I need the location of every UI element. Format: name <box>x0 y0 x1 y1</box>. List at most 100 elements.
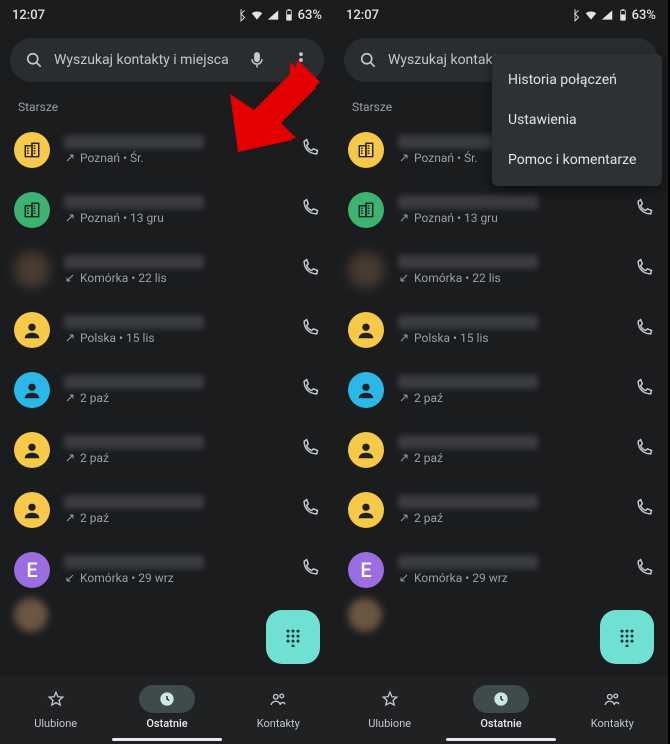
call-button[interactable] <box>634 438 654 462</box>
call-button[interactable] <box>634 258 654 282</box>
call-button[interactable] <box>634 558 654 582</box>
nav-recent[interactable]: Ostatnie <box>445 685 556 730</box>
status-icons: 63% <box>234 8 322 23</box>
battery-pct: 63% <box>632 8 656 23</box>
contact-name-redacted <box>64 495 204 509</box>
voice-search-button[interactable] <box>240 43 274 77</box>
incoming-icon <box>64 572 76 584</box>
person-avatar <box>348 432 384 468</box>
menu-item-history[interactable]: Historia połączeń <box>492 60 662 100</box>
nav-favorites[interactable]: Ulubione <box>0 685 111 730</box>
call-subtitle: Poznań • 13 gru <box>64 211 300 225</box>
call-row[interactable]: Poznań • 13 gru <box>334 180 668 240</box>
call-list: Poznań • Śr. Poznań • 13 gru Komórka • 2… <box>0 120 334 600</box>
call-button[interactable] <box>300 558 320 582</box>
call-button[interactable] <box>634 318 654 342</box>
person-avatar <box>14 432 50 468</box>
phone-icon <box>634 258 654 278</box>
call-button[interactable] <box>634 378 654 402</box>
signal-icon <box>600 8 614 22</box>
menu-item-settings[interactable]: Ustawienia <box>492 100 662 140</box>
nav-label: Ostatnie <box>480 717 521 730</box>
nav-contacts[interactable]: Kontakty <box>223 685 334 730</box>
call-row[interactable]: Komórka • 22 lis <box>0 240 334 300</box>
menu-item-help[interactable]: Pomoc i komentarze <box>492 140 662 180</box>
nav-recent[interactable]: Ostatnie <box>111 685 222 730</box>
search-icon <box>24 50 44 70</box>
search-icon <box>358 50 378 70</box>
call-button[interactable] <box>300 498 320 522</box>
business-avatar <box>348 132 384 168</box>
call-button[interactable] <box>300 438 320 462</box>
outgoing-icon <box>64 512 76 524</box>
contact-name-redacted <box>398 315 538 329</box>
business-avatar <box>348 192 384 228</box>
call-button[interactable] <box>634 498 654 522</box>
business-avatar <box>14 132 50 168</box>
call-row[interactable]: Komórka • 22 lis <box>334 240 668 300</box>
phone-icon <box>634 198 654 218</box>
incoming-icon <box>398 572 410 584</box>
business-avatar <box>14 192 50 228</box>
call-subtitle: Komórka • 29 wrz <box>398 571 634 585</box>
call-subtitle: 2 paź <box>398 451 634 465</box>
call-row[interactable]: E Komórka • 29 wrz <box>334 540 668 600</box>
nav-label: Ulubione <box>368 717 411 730</box>
section-header: Starsze <box>0 90 334 120</box>
phone-icon <box>300 138 320 158</box>
search-bar[interactable]: Wyszukaj kontakty i miejsca <box>10 38 324 82</box>
star-icon <box>381 690 399 708</box>
clock-icon <box>492 690 510 708</box>
contact-name-redacted <box>398 555 538 569</box>
contact-name-redacted <box>64 135 204 149</box>
dialpad-fab[interactable] <box>600 610 654 664</box>
letter-avatar: E <box>348 552 384 588</box>
call-row[interactable]: 2 paź <box>334 420 668 480</box>
person-avatar <box>348 312 384 348</box>
blurred-avatar <box>348 252 384 288</box>
incoming-icon <box>64 272 76 284</box>
call-button[interactable] <box>634 198 654 222</box>
call-row[interactable]: 2 paź <box>0 360 334 420</box>
contact-name-redacted <box>64 255 204 269</box>
status-bar: 12:07 63% <box>334 0 668 30</box>
call-row[interactable]: 2 paź <box>334 480 668 540</box>
outgoing-icon <box>64 392 76 404</box>
letter-avatar: E <box>14 552 50 588</box>
call-subtitle: Polska • 15 lis <box>398 331 634 345</box>
nav-favorites[interactable]: Ulubione <box>334 685 445 730</box>
contact-name-redacted <box>64 195 204 209</box>
call-row[interactable]: Poznań • 13 gru <box>0 180 334 240</box>
battery-icon <box>282 8 296 22</box>
clock: 12:07 <box>346 8 379 23</box>
contact-name-redacted <box>398 435 538 449</box>
contact-name-redacted <box>64 435 204 449</box>
nav-label: Kontakty <box>591 717 634 730</box>
call-subtitle: Poznań • Śr. <box>64 151 300 165</box>
call-row[interactable]: Polska • 15 lis <box>334 300 668 360</box>
phone-icon <box>634 498 654 518</box>
call-button[interactable] <box>300 138 320 162</box>
clock: 12:07 <box>12 8 45 23</box>
call-button[interactable] <box>300 318 320 342</box>
contact-name-redacted <box>64 555 204 569</box>
call-button[interactable] <box>300 378 320 402</box>
overflow-button[interactable] <box>284 43 318 77</box>
call-row[interactable]: 2 paź <box>0 480 334 540</box>
person-avatar <box>348 372 384 408</box>
contact-photo-avatar <box>348 598 382 632</box>
call-row[interactable]: E Komórka • 29 wrz <box>0 540 334 600</box>
dialpad-fab[interactable] <box>266 610 320 664</box>
call-row[interactable]: 2 paź <box>0 420 334 480</box>
contact-name-redacted <box>398 375 538 389</box>
call-row[interactable]: Poznań • Śr. <box>0 120 334 180</box>
call-row[interactable]: 2 paź <box>334 360 668 420</box>
call-button[interactable] <box>300 198 320 222</box>
outgoing-icon <box>398 212 410 224</box>
nav-contacts[interactable]: Kontakty <box>557 685 668 730</box>
call-button[interactable] <box>300 258 320 282</box>
call-row[interactable]: Polska • 15 lis <box>0 300 334 360</box>
outgoing-icon <box>398 152 410 164</box>
star-icon <box>47 690 65 708</box>
contact-photo-avatar <box>14 598 48 632</box>
